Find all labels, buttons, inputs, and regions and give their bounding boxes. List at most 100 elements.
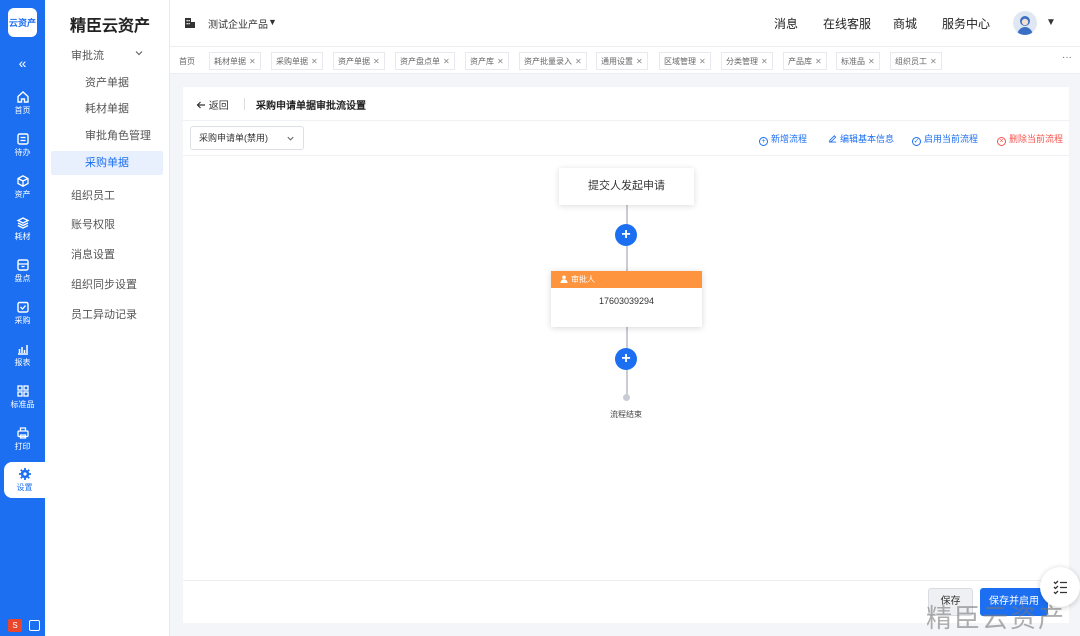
printer-icon xyxy=(16,427,29,439)
tab-label: 组织员工 xyxy=(895,57,927,66)
tab-product-library[interactable]: 产品库 ✕ xyxy=(783,52,827,70)
app-logo: 云资产 xyxy=(8,8,37,37)
app-root: 云资产 « 首页 待办 资产 耗材 盘点 采购 报表 标准品 打印 设置 S 精… xyxy=(0,0,1080,636)
close-icon[interactable]: ✕ xyxy=(930,57,937,66)
add-node-button[interactable]: + xyxy=(615,224,637,246)
tab-asset-docs[interactable]: 资产单据 ✕ xyxy=(333,52,385,70)
menu-item-org-sync[interactable]: 组织同步设置 xyxy=(45,273,170,297)
tab-label: 采购单据 xyxy=(276,57,308,66)
menu-item-purchase-docs[interactable]: 采购单据 xyxy=(51,151,163,175)
company-switcher[interactable]: 测试企业产品 xyxy=(208,16,268,31)
tab-consumable-docs[interactable]: 耗材单据 ✕ xyxy=(209,52,261,70)
building-icon xyxy=(184,16,196,34)
tab-asset-count[interactable]: 资产盘点单 ✕ xyxy=(395,52,455,70)
menu-label: 消息设置 xyxy=(71,249,115,261)
rail-item-settings[interactable]: 设置 xyxy=(4,462,45,498)
rail-item-reports[interactable]: 报表 xyxy=(0,338,45,380)
s-badge-icon[interactable]: S xyxy=(8,619,22,632)
action-label: 启用当前流程 xyxy=(924,134,979,144)
collapse-button[interactable]: « xyxy=(0,54,45,72)
online-support-link[interactable]: 在线客服 xyxy=(823,15,871,32)
delete-flow-button[interactable]: × 删除当前流程 xyxy=(997,132,1063,146)
tab-purchase-docs[interactable]: 采购单据 ✕ xyxy=(271,52,323,70)
nav-rail: 云资产 « 首页 待办 资产 耗材 盘点 采购 报表 标准品 打印 设置 S xyxy=(0,0,45,636)
user-icon xyxy=(560,275,568,283)
window-icon[interactable] xyxy=(29,620,40,631)
rail-item-purchase[interactable]: 采购 xyxy=(0,296,45,338)
close-icon[interactable]: ✕ xyxy=(868,57,875,66)
tab-general-settings[interactable]: 通用设置 ✕ xyxy=(596,52,648,70)
menu-label: 组织同步设置 xyxy=(71,279,137,291)
rail-item-inventory[interactable]: 盘点 xyxy=(0,254,45,296)
menu-label: 耗材单据 xyxy=(85,103,129,115)
divider xyxy=(183,580,1069,581)
messages-link[interactable]: 消息 xyxy=(774,15,798,32)
menu-item-message-settings[interactable]: 消息设置 xyxy=(45,243,170,267)
approver-value: 17603039294 xyxy=(598,296,655,306)
tab-area-management[interactable]: 区域管理 ✕ xyxy=(659,52,711,70)
flow-end-label: 流程结束 xyxy=(610,410,642,419)
close-icon[interactable]: ✕ xyxy=(249,57,256,66)
caret-down-icon[interactable]: ▼ xyxy=(268,17,277,27)
rail-item-todo[interactable]: 待办 xyxy=(0,128,45,170)
approver-node-header: 审批人 xyxy=(551,271,702,288)
tab-label: 首页 xyxy=(179,57,195,66)
tab-standard-products[interactable]: 标准品 ✕ xyxy=(836,52,880,70)
user-menu-caret-icon[interactable]: ▼ xyxy=(1046,17,1056,28)
close-icon[interactable]: ✕ xyxy=(699,57,706,66)
approver-node[interactable]: 审批人 17603039294 xyxy=(551,271,702,327)
rail-item-standard[interactable]: 标准品 xyxy=(0,380,45,422)
add-flow-button[interactable]: + 新增流程 xyxy=(759,132,807,146)
close-icon[interactable]: ✕ xyxy=(636,57,643,66)
tab-bar: 首页 耗材单据 ✕ 采购单据 ✕ 资产单据 ✕ 资产盘点单 ✕ 资产库 ✕ 资产批量录入 ✕… xyxy=(170,47,1080,74)
close-icon[interactable]: ✕ xyxy=(761,57,768,66)
tab-org-staff[interactable]: 组织员工 ✕ xyxy=(890,52,942,70)
avatar[interactable] xyxy=(1013,11,1037,35)
close-icon[interactable]: ✕ xyxy=(373,57,380,66)
service-center-link[interactable]: 服务中心 xyxy=(942,15,990,32)
menu-group-approval[interactable]: 审批流 xyxy=(45,44,170,68)
rail-item-home[interactable]: 首页 xyxy=(0,86,45,128)
menu-label: 采购单据 xyxy=(85,157,129,169)
top-header: 测试企业产品 ▼ 消息 在线客服 商城 服务中心 ▼ xyxy=(170,0,1080,47)
add-node-button[interactable]: + xyxy=(615,348,637,370)
tab-asset-library[interactable]: 资产库 ✕ xyxy=(465,52,509,70)
watermark: 精臣云资产 xyxy=(926,603,1067,633)
arrow-left-icon xyxy=(196,101,205,109)
tab-label: 资产批量录入 xyxy=(524,57,572,66)
sidebar: 精臣云资产 审批流 资产单据 耗材单据 审批角色管理 采购单据 组织员工 账号权… xyxy=(45,0,170,636)
rail-item-print[interactable]: 打印 xyxy=(0,422,45,464)
close-icon[interactable]: ✕ xyxy=(311,57,318,66)
tab-category-management[interactable]: 分类管理 ✕ xyxy=(721,52,773,70)
menu-item-account-perms[interactable]: 账号权限 xyxy=(45,213,170,237)
close-icon[interactable]: ✕ xyxy=(497,57,504,66)
tab-batch-entry[interactable]: 资产批量录入 ✕ xyxy=(519,52,587,70)
more-tabs-icon[interactable]: ··· xyxy=(1062,52,1072,63)
rail-label: 报表 xyxy=(14,358,31,367)
menu-label: 组织员工 xyxy=(71,190,115,202)
form-type-select[interactable]: 采购申请单(禁用) xyxy=(190,126,304,150)
rail-item-consumables[interactable]: 耗材 xyxy=(0,212,45,254)
close-icon[interactable]: ✕ xyxy=(443,57,450,66)
menu-label: 账号权限 xyxy=(71,219,115,231)
edit-info-button[interactable]: 编辑基本信息 xyxy=(828,132,894,145)
mall-link[interactable]: 商城 xyxy=(893,15,917,32)
rail-item-assets[interactable]: 资产 xyxy=(0,170,45,212)
menu-item-org-staff[interactable]: 组织员工 xyxy=(45,184,170,208)
close-icon[interactable]: ✕ xyxy=(815,57,822,66)
menu-item-consumable-docs[interactable]: 耗材单据 xyxy=(45,97,170,121)
menu-item-approval-roles[interactable]: 审批角色管理 xyxy=(45,124,170,148)
back-button[interactable]: 返回 xyxy=(196,97,229,112)
close-circle-icon: × xyxy=(997,137,1006,146)
tab-home[interactable]: 首页 xyxy=(174,52,200,70)
flow-start-node[interactable]: 提交人发起申请 xyxy=(559,168,694,205)
menu-item-staff-changes[interactable]: 员工异动记录 xyxy=(45,303,170,327)
divider xyxy=(244,98,245,110)
rail-label: 打印 xyxy=(14,442,31,451)
brand-title: 精臣云资产 xyxy=(70,18,151,35)
menu-item-asset-docs[interactable]: 资产单据 xyxy=(45,71,170,95)
cube-icon xyxy=(16,175,29,187)
close-icon[interactable]: ✕ xyxy=(575,57,582,66)
gear-icon xyxy=(18,468,31,480)
enable-flow-button[interactable]: ✓ 启用当前流程 xyxy=(912,132,978,146)
